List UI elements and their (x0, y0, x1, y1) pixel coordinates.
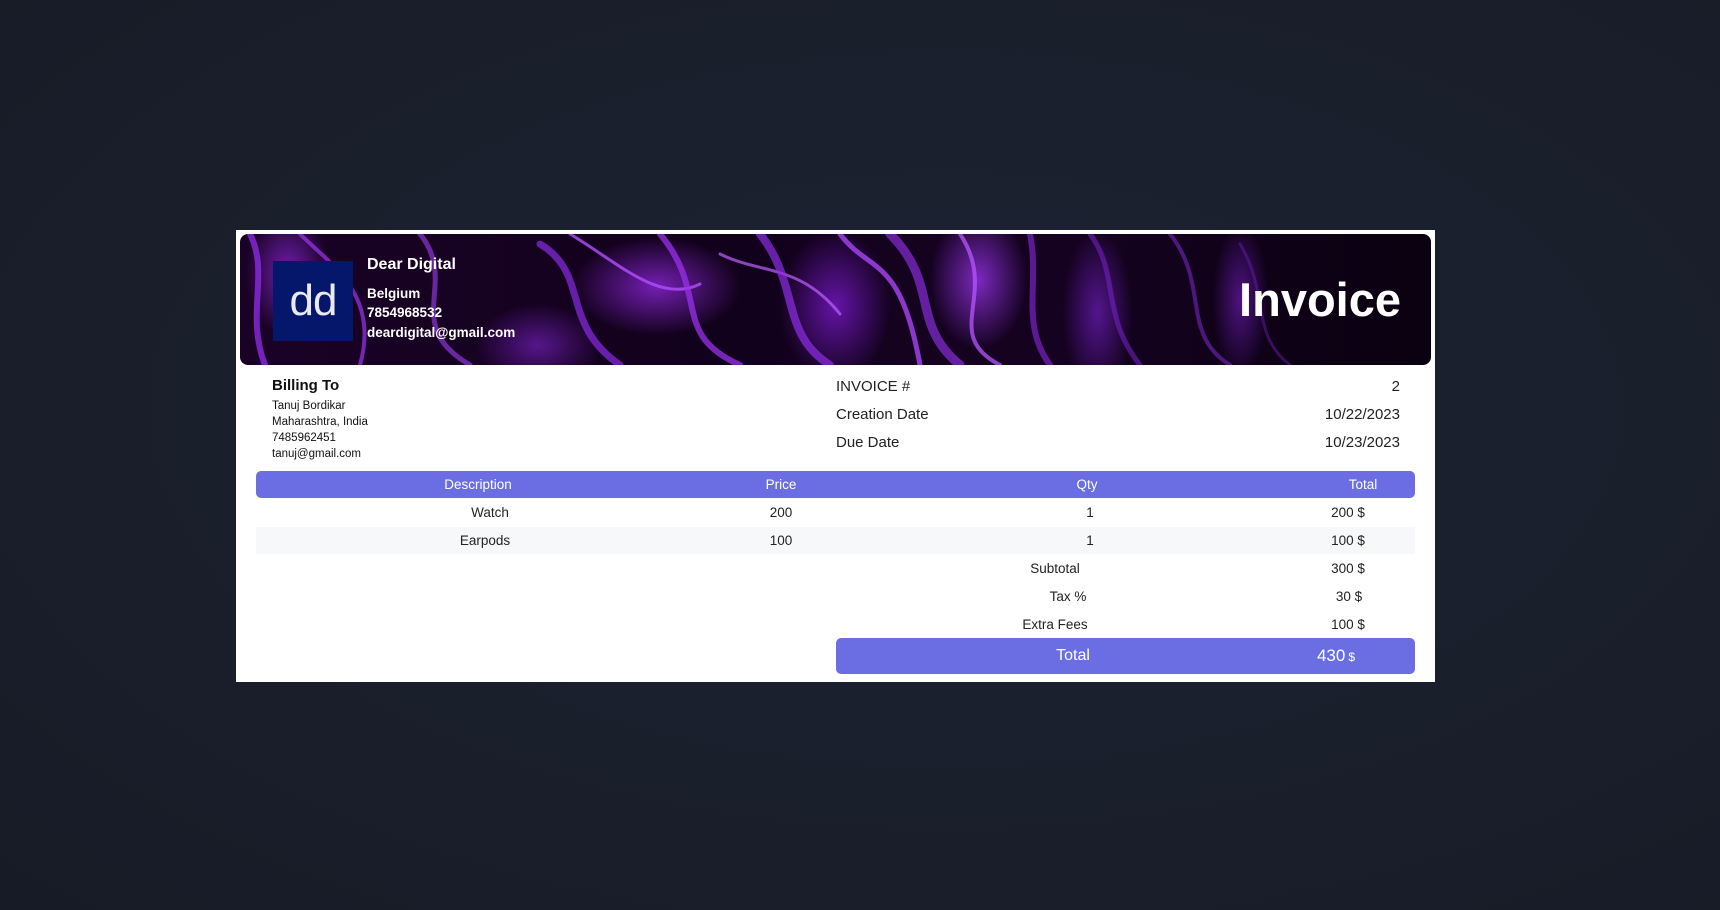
item-price: 100 (769, 533, 793, 548)
grand-total-label: Total (1056, 647, 1090, 664)
grand-total-value: 430 (1316, 646, 1346, 665)
invoice-card: dd Dear Digital Belgium 7854968532 deard… (236, 230, 1435, 682)
extra-fees-label: Extra Fees (1022, 617, 1088, 632)
creation-date-value: 10/22/2023 (1324, 406, 1400, 423)
subtotal-label: Subtotal (1030, 561, 1080, 576)
grand-total-currency: $ (1348, 650, 1356, 664)
company-email: deardigital@gmail.com (367, 325, 516, 340)
grand-total-bar: Total 430 $ (836, 638, 1415, 674)
table-row: Earpods 100 1 100 $ (256, 527, 1415, 554)
due-date-label: Due Date (836, 434, 900, 451)
billing-name: Tanuj Bordikar (272, 400, 346, 412)
logo-text: dd (289, 276, 338, 325)
company-phone: 7854968532 (367, 305, 443, 320)
tax-value: 30 $ (1335, 589, 1363, 604)
item-qty: 1 (1086, 533, 1094, 548)
column-header-total: Total (1348, 477, 1378, 492)
billing-location: Maharashtra, India (272, 416, 368, 428)
item-description: Watch (471, 505, 509, 520)
item-price: 200 (769, 505, 793, 520)
company-logo: dd (273, 261, 353, 341)
column-header-qty: Qty (1076, 477, 1098, 492)
tax-label: Tax % (1049, 589, 1087, 604)
column-header-price: Price (765, 477, 797, 492)
item-total: 200 $ (1331, 505, 1365, 520)
header-banner: dd Dear Digital Belgium 7854968532 deard… (240, 234, 1431, 365)
table-row: Watch 200 1 200 $ (256, 499, 1415, 526)
items-table-header: Description Price Qty Total (256, 471, 1415, 498)
grand-total-amount: 430 $ (1317, 638, 1355, 675)
billing-phone: 7485962451 (272, 432, 336, 444)
invoice-title: Invoice (1239, 273, 1401, 326)
billing-heading: Billing To (272, 377, 340, 394)
item-total: 100 $ (1331, 533, 1365, 548)
extra-fees-value: 100 $ (1331, 617, 1365, 632)
company-name: Dear Digital (367, 256, 456, 273)
item-qty: 1 (1086, 505, 1094, 520)
company-country: Belgium (367, 286, 421, 301)
invoice-number-value: 2 (1391, 378, 1400, 395)
billing-email: tanuj@gmail.com (272, 448, 362, 460)
column-header-description: Description (444, 477, 512, 492)
creation-date-label: Creation Date (836, 406, 929, 423)
item-description: Earpods (459, 533, 511, 548)
subtotal-value: 300 $ (1331, 561, 1365, 576)
due-date-value: 10/23/2023 (1324, 434, 1400, 451)
invoice-number-label: INVOICE # (836, 378, 911, 395)
